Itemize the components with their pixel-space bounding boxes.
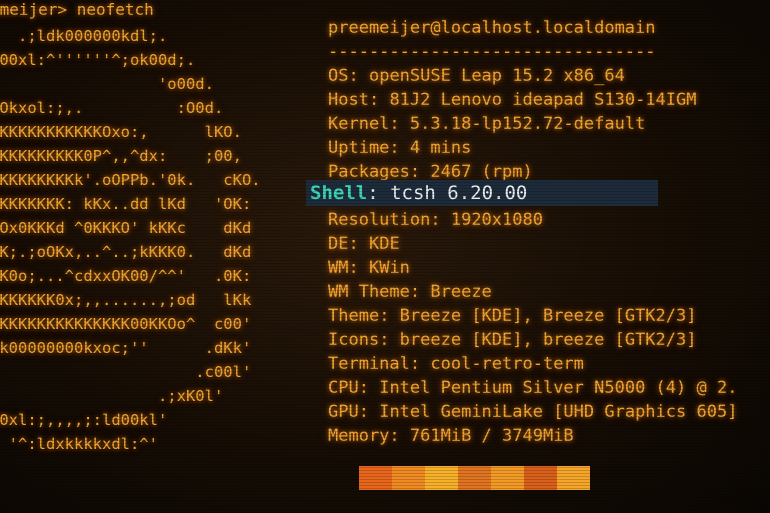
info-row-de: DE: KDE (328, 232, 737, 256)
ascii-logo-line: .c00l' (0, 363, 252, 381)
info-row-resolution: Resolution: 1920x1080 (328, 208, 737, 232)
color-swatch (425, 466, 458, 490)
info-value: Intel GeminiLake [UHD Graphics 605] (379, 402, 738, 422)
info-sep: : (389, 138, 410, 158)
ascii-logo-line: Okxol:;,. :O0d. (0, 99, 224, 117)
info-key: Resolution (328, 210, 431, 230)
ascii-logo-line: xk00000000kxoc;'' .dKk' (0, 339, 252, 357)
info-value: KWin (368, 258, 410, 278)
info-value: 4 mins (409, 138, 472, 158)
info-row-icons: Icons: breeze [KDE], breeze [GTK2/3] (328, 328, 737, 352)
info-value: cool-retro-term (430, 354, 584, 374)
info-value: Breeze (430, 282, 492, 302)
info-row-cpu: CPU: Intel Pentium Silver N5000 (4) @ 2. (328, 376, 737, 400)
color-swatch (392, 466, 425, 490)
ascii-logo-line: KOx0KKKd ^0KKKO' kKKc dKd (0, 219, 252, 237)
info-sep: : (358, 378, 380, 398)
info-key: Icons (328, 330, 380, 350)
info-sep: : (409, 282, 431, 302)
terminal-window[interactable]: emeijer> neofetch .;ldk000000kdl;. 00xl:… (0, 0, 770, 513)
ascii-logo-line: KKKKKKKKKKKKKKK00KKOo^ c00' (0, 315, 252, 333)
ascii-logo-line: '^:ldxkkkkxdl:^' (0, 435, 158, 453)
info-sep: : (367, 182, 391, 204)
ascii-logo-line: KKKKKKKKKk'.oOPPb.'0k. cKO. (0, 171, 261, 189)
system-info: preemeijer@localhost.localdomain -------… (328, 16, 737, 448)
info-key: Memory (328, 426, 390, 446)
info-row-wm-theme: WM Theme: Breeze (328, 280, 737, 304)
info-sep: : (348, 258, 369, 278)
info-row-terminal: Terminal: cool-retro-term (328, 352, 737, 376)
info-sep: : (409, 354, 431, 374)
ascii-logo-line: KKKKKKKK: kKx..dd lKd 'OK: (0, 195, 252, 213)
color-swatch (524, 466, 557, 490)
info-value: Breeze [KDE], Breeze [GTK2/3] (399, 306, 697, 326)
info-row-theme: Theme: Breeze [KDE], Breeze [GTK2/3] (328, 304, 737, 328)
info-value: openSUSE Leap 15.2 x86_64 (368, 66, 625, 86)
info-value: KDE (368, 234, 400, 254)
info-key: DE (328, 234, 349, 254)
color-palette (359, 466, 590, 490)
ascii-logo-line: KK0o;...^cdxxOK00/^^' .0K: (0, 267, 252, 285)
info-value: breeze [KDE], breeze [GTK2/3] (399, 330, 697, 350)
ascii-logo-line: .;xK0l' (0, 387, 224, 405)
info-sep: : (389, 426, 410, 446)
info-row-shell: Shell: tcsh 6.20.00 (306, 180, 658, 206)
color-swatch (458, 466, 491, 490)
ascii-logo: .;ldk000000kdl;. 00xl:^''''''^;ok00d;. ' … (0, 24, 261, 456)
info-sep: : (409, 162, 431, 182)
info-key: Terminal (328, 354, 410, 374)
info-key-shell: Shell (310, 182, 368, 204)
color-swatch (359, 466, 392, 490)
info-row-wm: WM: KWin (328, 256, 737, 280)
info-sep: : (348, 234, 369, 254)
info-row-uptime: Uptime: 4 mins (328, 136, 737, 160)
color-swatch (491, 466, 524, 490)
ascii-logo-line: KK;.;oOKx,..^..;kKKK0. dKd (0, 243, 252, 261)
info-value-shell: tcsh 6.20.00 (390, 182, 528, 204)
info-value: 5.3.18-lp152.72-default (409, 114, 646, 134)
info-row-host: Host: 81J2 Lenovo ideapad S130-14IGM (328, 88, 737, 112)
info-row-memory: Memory: 761MiB / 3749MiB (328, 424, 737, 448)
ascii-logo-line: ' 'o00d. (0, 75, 214, 93)
command-prompt: emeijer> neofetch (0, 0, 154, 19)
info-key: Kernel (328, 114, 390, 134)
info-sep: : (358, 402, 380, 422)
ascii-logo-line: KKKKKKK0x;,,......,;od lKk (0, 291, 252, 309)
info-value: 1920x1080 (450, 210, 543, 230)
info-sep: : (379, 306, 400, 326)
info-sep: : (430, 210, 451, 230)
info-row-gpu: GPU: Intel GeminiLake [UHD Graphics 605] (328, 400, 737, 424)
ascii-logo-line: K0xl:;,,,,;:ld00kl' (0, 411, 168, 429)
header-separator: -------------------------------- (328, 42, 656, 62)
info-value: 2467 (rpm) (430, 162, 533, 182)
info-key: WM (328, 258, 349, 278)
ascii-logo-line: OKKKKKKKKKKKOxo:, lKO. (0, 123, 242, 141)
info-key: OS (328, 66, 349, 86)
user-host-header: preemeijer@localhost.localdomain (328, 18, 656, 38)
info-key: CPU (328, 378, 359, 398)
info-row-kernel: Kernel: 5.3.18-lp152.72-default (328, 112, 737, 136)
info-key: WM Theme (328, 282, 410, 302)
info-key: GPU (328, 402, 359, 422)
color-swatch (557, 466, 590, 490)
info-key: Uptime (328, 138, 390, 158)
info-key: Theme (328, 306, 380, 326)
info-value: 761MiB / 3749MiB (409, 426, 574, 446)
info-sep: : (389, 114, 410, 134)
ascii-logo-line: 00xl:^''''''^;ok00d;. (0, 51, 196, 69)
info-sep: : (379, 330, 400, 350)
info-key: Host (328, 90, 369, 110)
info-value: Intel Pentium Silver N5000 (4) @ 2. (379, 378, 738, 398)
ascii-logo-line: .;ldk000000kdl;. (0, 27, 168, 45)
info-row-os: OS: openSUSE Leap 15.2 x86_64 (328, 64, 737, 88)
ascii-logo-line: KKKKKKKKKK0P^,,^dx: ;00, (0, 147, 242, 165)
info-sep: : (368, 90, 390, 110)
info-key: Packages (328, 162, 410, 182)
info-value: 81J2 Lenovo ideapad S130-14IGM (389, 90, 697, 110)
info-sep: : (348, 66, 369, 86)
